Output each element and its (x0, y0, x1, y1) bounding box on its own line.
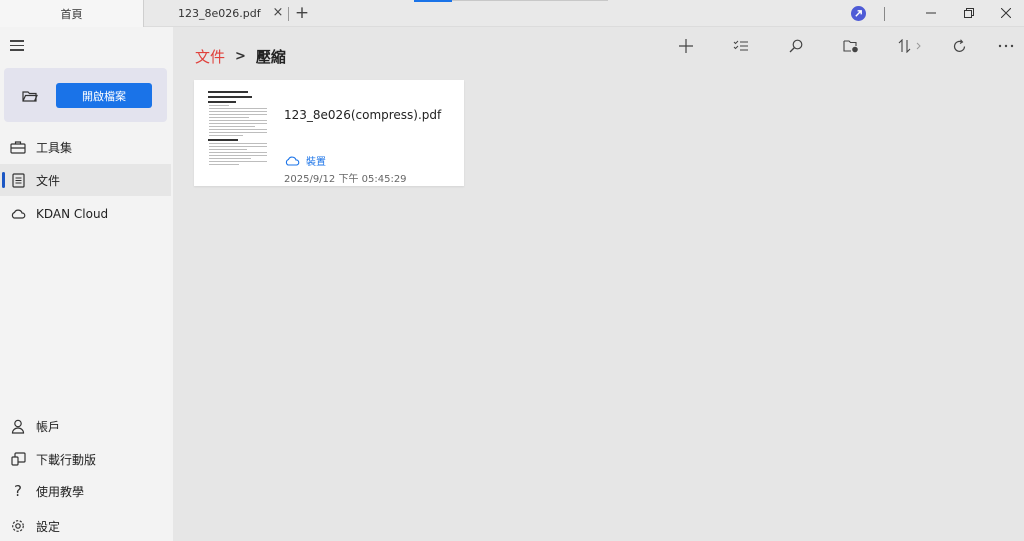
open-file-button[interactable]: 開啟檔案 (56, 83, 152, 108)
sidebar-item-label: KDAN Cloud (36, 207, 109, 221)
sidebar: 開啟檔案 工具集 文件 KDAN Cloud 帳戶 下載行動版 ? 使用教學 設… (0, 27, 173, 541)
gear-icon (10, 518, 26, 534)
sidebar-item-account[interactable]: 帳戶 (0, 410, 171, 442)
file-location-label: 裝置 (306, 157, 326, 168)
refresh-icon[interactable] (949, 37, 969, 55)
folder-open-icon (22, 91, 38, 102)
sidebar-item-toolbox[interactable]: 工具集 (0, 131, 171, 163)
sidebar-item-documents[interactable]: 文件 (0, 164, 171, 196)
app-badge-icon[interactable] (851, 6, 866, 21)
minimize-icon[interactable] (921, 3, 941, 23)
person-icon (10, 418, 26, 434)
file-location: 裝置 (284, 153, 326, 168)
loading-indicator (414, 0, 452, 2)
file-date: 2025/9/12 下午 05:45:29 (284, 174, 407, 185)
tab-file-label: 123_8e026.pdf (178, 7, 261, 20)
file-name: 123_8e026(compress).pdf (284, 108, 442, 122)
breadcrumb-root[interactable]: 文件 (195, 46, 225, 67)
sidebar-item-kdan-cloud[interactable]: KDAN Cloud (0, 198, 171, 230)
add-tab-icon[interactable]: + (294, 4, 310, 22)
loading-track (452, 0, 608, 1)
sidebar-item-label: 設定 (36, 519, 61, 534)
tab-home[interactable]: 首頁 (0, 0, 144, 27)
file-card[interactable]: 123_8e026(compress).pdf 裝置 2025/9/12 下午 … (194, 80, 464, 186)
breadcrumb: 文件 > 壓縮 (195, 46, 286, 67)
search-icon[interactable] (786, 37, 806, 55)
open-file-button-label: 開啟檔案 (82, 89, 126, 103)
sidebar-item-label: 帳戶 (36, 419, 61, 434)
sidebar-item-mobile-download[interactable]: 下載行動版 (0, 443, 171, 475)
add-icon[interactable] (676, 37, 696, 55)
toolbox-icon (10, 139, 26, 155)
sidebar-item-label: 下載行動版 (36, 452, 97, 467)
close-tab-icon[interactable]: × (271, 6, 285, 20)
sort-icon[interactable] (897, 37, 923, 55)
page-title: 壓縮 (255, 48, 286, 66)
document-icon (10, 172, 26, 188)
breadcrumb-separator: > (235, 49, 246, 64)
title-bar: 首頁 123_8e026.pdf × + (0, 0, 1024, 27)
hamburger-menu-icon[interactable] (10, 40, 24, 52)
restore-icon[interactable] (959, 3, 979, 23)
cloud-icon (10, 206, 26, 222)
titlebar-divider (884, 7, 885, 21)
sidebar-item-tutorial[interactable]: ? 使用教學 (0, 475, 171, 507)
multi-select-icon[interactable] (731, 37, 751, 55)
help-icon: ? (14, 482, 22, 500)
tab-divider (288, 7, 289, 21)
cloud-upload-icon[interactable] (284, 155, 300, 166)
sidebar-item-label: 文件 (36, 173, 61, 188)
open-file-panel: 開啟檔案 (4, 68, 167, 122)
mobile-download-icon (10, 451, 26, 467)
sidebar-item-label: 工具集 (36, 140, 73, 155)
more-icon[interactable] (996, 37, 1016, 55)
tab-file[interactable]: 123_8e026.pdf (146, 0, 288, 27)
tab-home-label: 首頁 (60, 7, 83, 21)
sidebar-item-settings[interactable]: 設定 (0, 510, 171, 541)
sidebar-item-label: 使用教學 (36, 484, 85, 499)
close-window-icon[interactable] (996, 3, 1016, 23)
file-thumbnail (206, 88, 270, 182)
folder-settings-icon[interactable] (841, 37, 861, 55)
